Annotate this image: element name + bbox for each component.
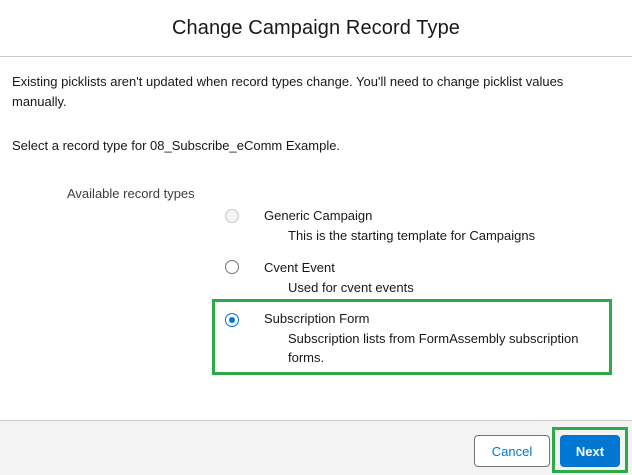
option-description: This is the starting template for Campai… — [288, 228, 536, 243]
radio-generic-campaign — [225, 209, 239, 223]
next-button[interactable]: Next — [560, 435, 620, 467]
option-title[interactable]: Cvent Event — [264, 258, 335, 278]
available-record-types-label: Available record types — [67, 186, 195, 201]
modal-footer: Cancel Next — [0, 420, 632, 475]
cancel-button[interactable]: Cancel — [474, 435, 550, 467]
record-type-prompt: Select a record type for 08_Subscribe_eC… — [12, 138, 341, 153]
radio-cvent-event[interactable] — [225, 260, 239, 274]
modal-header: Change Campaign Record Type — [0, 0, 632, 57]
change-record-type-modal: Change Campaign Record Type Existing pic… — [0, 0, 632, 475]
option-title: Generic Campaign — [264, 208, 373, 223]
selected-option-highlight — [212, 299, 612, 375]
picklist-notice: Existing picklists aren't updated when r… — [12, 74, 564, 109]
next-button-highlight: Next — [552, 427, 628, 473]
modal-title: Change Campaign Record Type — [171, 16, 461, 39]
option-description: Used for cvent events — [288, 280, 414, 295]
